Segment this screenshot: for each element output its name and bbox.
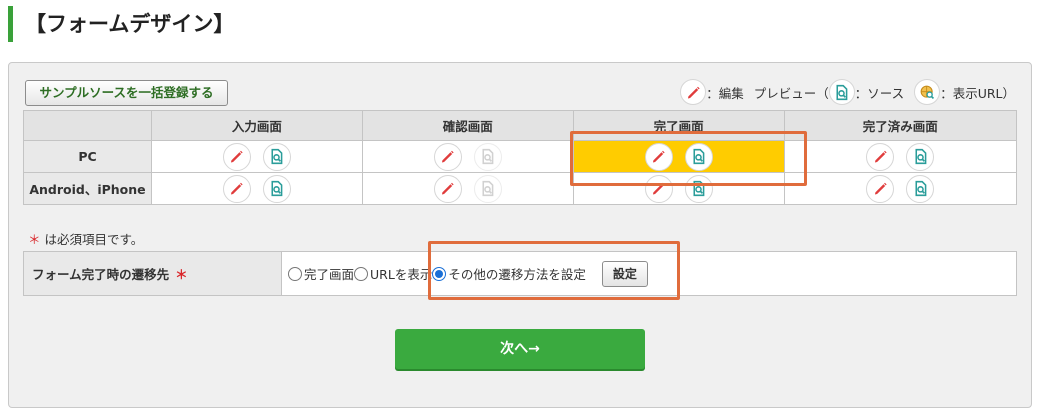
column-header: 完了済み画面 <box>783 110 1018 141</box>
table-cell <box>783 140 1018 173</box>
radio-complete-screen[interactable]: 完了画面 <box>288 264 354 283</box>
required-note: ＊は必須項目です。 <box>28 229 143 248</box>
pencil-icon[interactable] <box>866 174 895 203</box>
radio-show-url[interactable]: URLを表示 <box>354 264 432 283</box>
pencil-icon[interactable] <box>222 174 251 203</box>
table-corner-cell <box>23 110 152 141</box>
table-row: Android、iPhone <box>23 172 1018 205</box>
page-title: 【フォームデザイン】 <box>8 6 234 42</box>
table-cell <box>151 172 363 205</box>
radio-label[interactable]: 完了画面 <box>304 264 354 283</box>
pencil-icon <box>680 79 707 105</box>
legend-url-label: ：表示URL） <box>940 85 1015 101</box>
next-button[interactable]: 次へ→ <box>395 329 645 369</box>
design-table: 入力画面 確認画面 完了画面 完了済み画面 PC Android、iPhone <box>23 110 1018 205</box>
legend-edit-label: ：編集 <box>706 85 744 101</box>
destination-label: フォーム完了時の遷移先 ＊ <box>24 252 282 295</box>
icon-legend: ：編集 プレビュー（ ：ソース ：表示URL） <box>680 77 1015 107</box>
pencil-icon[interactable] <box>866 142 895 171</box>
bulk-register-sample-button[interactable]: サンプルソースを一括登録する <box>25 80 228 106</box>
table-cell <box>361 140 574 173</box>
row-label: PC <box>23 140 152 173</box>
pencil-icon[interactable] <box>433 174 462 203</box>
pencil-icon[interactable] <box>222 142 251 171</box>
table-cell <box>151 140 363 173</box>
source-preview-icon <box>473 174 502 203</box>
required-star: ＊ <box>175 267 188 282</box>
legend-preview-label: プレビュー（ <box>753 85 829 101</box>
column-header: 入力画面 <box>151 110 363 141</box>
source-preview-icon <box>473 142 502 171</box>
highlight-callout <box>428 241 680 300</box>
source-preview-icon[interactable] <box>262 142 291 171</box>
required-note-text: は必須項目です。 <box>44 232 144 247</box>
table-cell <box>783 172 1018 205</box>
legend-source-label: ：ソース <box>854 85 905 101</box>
column-header: 確認画面 <box>361 110 574 141</box>
source-preview-icon <box>828 79 855 105</box>
pencil-icon[interactable] <box>433 142 462 171</box>
source-preview-icon[interactable] <box>262 174 291 203</box>
radio-dot[interactable] <box>354 266 369 281</box>
source-preview-icon[interactable] <box>906 174 935 203</box>
radio-label[interactable]: URLを表示 <box>370 264 432 283</box>
table-cell <box>361 172 574 205</box>
required-star: ＊ <box>28 232 41 247</box>
table-row: PC <box>23 140 1018 173</box>
radio-dot[interactable] <box>288 266 302 281</box>
destination-label-text: フォーム完了時の遷移先 <box>32 267 170 282</box>
source-preview-icon[interactable] <box>906 142 935 171</box>
row-label: Android、iPhone <box>23 172 152 205</box>
url-preview-icon <box>914 79 941 105</box>
highlight-callout <box>570 131 807 186</box>
